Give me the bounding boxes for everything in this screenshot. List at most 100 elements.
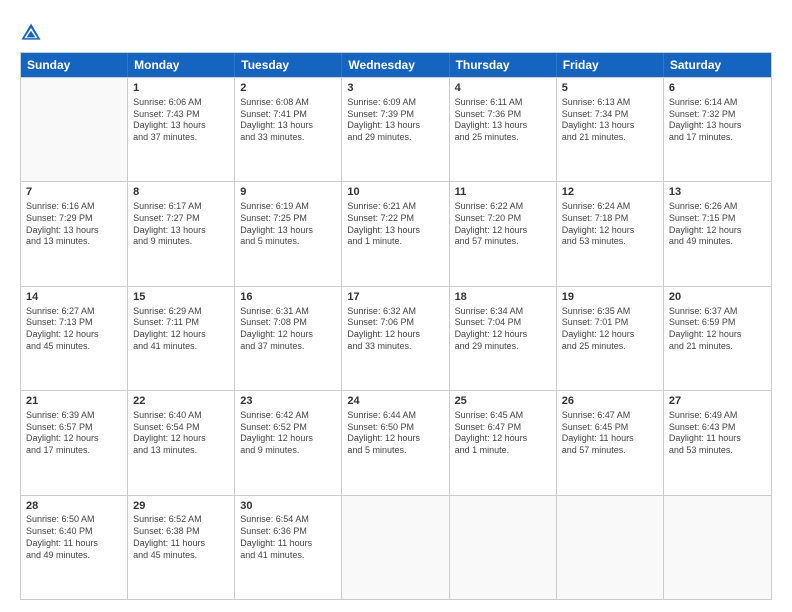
cell-text: Sunrise: 6:49 AM xyxy=(669,410,766,422)
calendar-cell: 7Sunrise: 6:16 AMSunset: 7:29 PMDaylight… xyxy=(21,182,128,285)
day-number: 17 xyxy=(347,290,443,305)
calendar-header-cell: Sunday xyxy=(21,53,128,77)
day-number: 3 xyxy=(347,81,443,96)
cell-text: Daylight: 11 hours xyxy=(26,538,122,550)
calendar-cell: 4Sunrise: 6:11 AMSunset: 7:36 PMDaylight… xyxy=(450,78,557,181)
day-number: 26 xyxy=(562,394,658,409)
cell-text: and 33 minutes. xyxy=(240,132,336,144)
cell-text: and 25 minutes. xyxy=(562,341,658,353)
day-number: 1 xyxy=(133,81,229,96)
day-number: 27 xyxy=(669,394,766,409)
cell-text: Sunrise: 6:09 AM xyxy=(347,97,443,109)
cell-text: Sunset: 7:27 PM xyxy=(133,213,229,225)
cell-text: Sunset: 6:40 PM xyxy=(26,526,122,538)
cell-text: Daylight: 12 hours xyxy=(240,433,336,445)
day-number: 22 xyxy=(133,394,229,409)
cell-text: and 49 minutes. xyxy=(26,550,122,562)
header xyxy=(20,18,772,44)
day-number: 16 xyxy=(240,290,336,305)
logo-icon xyxy=(20,22,42,44)
cell-text: and 57 minutes. xyxy=(562,445,658,457)
calendar-cell: 1Sunrise: 6:06 AMSunset: 7:43 PMDaylight… xyxy=(128,78,235,181)
cell-text: Sunrise: 6:27 AM xyxy=(26,306,122,318)
cell-text: Daylight: 11 hours xyxy=(133,538,229,550)
cell-text: Sunset: 7:20 PM xyxy=(455,213,551,225)
day-number: 8 xyxy=(133,185,229,200)
cell-text: and 21 minutes. xyxy=(562,132,658,144)
calendar-cell xyxy=(21,78,128,181)
cell-text: and 9 minutes. xyxy=(240,445,336,457)
cell-text: Sunset: 6:43 PM xyxy=(669,422,766,434)
day-number: 13 xyxy=(669,185,766,200)
calendar: SundayMondayTuesdayWednesdayThursdayFrid… xyxy=(20,52,772,600)
cell-text: Daylight: 12 hours xyxy=(133,329,229,341)
cell-text: and 13 minutes. xyxy=(133,445,229,457)
cell-text: Sunset: 6:57 PM xyxy=(26,422,122,434)
calendar-header-cell: Thursday xyxy=(450,53,557,77)
cell-text: Daylight: 12 hours xyxy=(347,433,443,445)
cell-text: and 53 minutes. xyxy=(562,236,658,248)
calendar-header-cell: Wednesday xyxy=(342,53,449,77)
day-number: 30 xyxy=(240,499,336,514)
logo xyxy=(20,22,46,44)
cell-text: and 21 minutes. xyxy=(669,341,766,353)
calendar-cell xyxy=(557,496,664,599)
cell-text: Sunrise: 6:26 AM xyxy=(669,201,766,213)
cell-text: and 33 minutes. xyxy=(347,341,443,353)
calendar-cell: 3Sunrise: 6:09 AMSunset: 7:39 PMDaylight… xyxy=(342,78,449,181)
calendar-cell: 13Sunrise: 6:26 AMSunset: 7:15 PMDayligh… xyxy=(664,182,771,285)
cell-text: and 5 minutes. xyxy=(240,236,336,248)
cell-text: Sunrise: 6:32 AM xyxy=(347,306,443,318)
day-number: 4 xyxy=(455,81,551,96)
cell-text: Sunrise: 6:52 AM xyxy=(133,514,229,526)
cell-text: Sunrise: 6:24 AM xyxy=(562,201,658,213)
calendar-cell: 23Sunrise: 6:42 AMSunset: 6:52 PMDayligh… xyxy=(235,391,342,494)
day-number: 21 xyxy=(26,394,122,409)
cell-text: Daylight: 12 hours xyxy=(669,329,766,341)
calendar-cell: 11Sunrise: 6:22 AMSunset: 7:20 PMDayligh… xyxy=(450,182,557,285)
cell-text: Sunrise: 6:29 AM xyxy=(133,306,229,318)
day-number: 29 xyxy=(133,499,229,514)
calendar-cell: 24Sunrise: 6:44 AMSunset: 6:50 PMDayligh… xyxy=(342,391,449,494)
cell-text: and 5 minutes. xyxy=(347,445,443,457)
cell-text: Sunset: 7:22 PM xyxy=(347,213,443,225)
cell-text: Sunset: 7:41 PM xyxy=(240,109,336,121)
calendar-cell: 19Sunrise: 6:35 AMSunset: 7:01 PMDayligh… xyxy=(557,287,664,390)
day-number: 18 xyxy=(455,290,551,305)
day-number: 10 xyxy=(347,185,443,200)
calendar-header-row: SundayMondayTuesdayWednesdayThursdayFrid… xyxy=(21,53,771,77)
cell-text: Sunset: 7:04 PM xyxy=(455,317,551,329)
cell-text: Sunrise: 6:11 AM xyxy=(455,97,551,109)
calendar-cell: 12Sunrise: 6:24 AMSunset: 7:18 PMDayligh… xyxy=(557,182,664,285)
cell-text: and 13 minutes. xyxy=(26,236,122,248)
calendar-cell: 9Sunrise: 6:19 AMSunset: 7:25 PMDaylight… xyxy=(235,182,342,285)
calendar-cell: 25Sunrise: 6:45 AMSunset: 6:47 PMDayligh… xyxy=(450,391,557,494)
cell-text: Sunrise: 6:44 AM xyxy=(347,410,443,422)
cell-text: Sunset: 7:11 PM xyxy=(133,317,229,329)
cell-text: Sunset: 7:34 PM xyxy=(562,109,658,121)
day-number: 11 xyxy=(455,185,551,200)
cell-text: Sunrise: 6:40 AM xyxy=(133,410,229,422)
cell-text: Sunset: 6:52 PM xyxy=(240,422,336,434)
calendar-header-cell: Saturday xyxy=(664,53,771,77)
day-number: 23 xyxy=(240,394,336,409)
calendar-cell: 28Sunrise: 6:50 AMSunset: 6:40 PMDayligh… xyxy=(21,496,128,599)
cell-text: Sunrise: 6:34 AM xyxy=(455,306,551,318)
cell-text: Daylight: 13 hours xyxy=(455,120,551,132)
calendar-body: 1Sunrise: 6:06 AMSunset: 7:43 PMDaylight… xyxy=(21,77,771,599)
cell-text: Daylight: 11 hours xyxy=(240,538,336,550)
cell-text: Sunset: 7:01 PM xyxy=(562,317,658,329)
cell-text: and 17 minutes. xyxy=(26,445,122,457)
cell-text: Daylight: 12 hours xyxy=(347,329,443,341)
calendar-cell xyxy=(664,496,771,599)
cell-text: Sunrise: 6:17 AM xyxy=(133,201,229,213)
cell-text: and 41 minutes. xyxy=(133,341,229,353)
cell-text: Daylight: 12 hours xyxy=(562,329,658,341)
day-number: 24 xyxy=(347,394,443,409)
day-number: 25 xyxy=(455,394,551,409)
day-number: 15 xyxy=(133,290,229,305)
day-number: 14 xyxy=(26,290,122,305)
calendar-cell: 29Sunrise: 6:52 AMSunset: 6:38 PMDayligh… xyxy=(128,496,235,599)
calendar-header-cell: Monday xyxy=(128,53,235,77)
cell-text: and 1 minute. xyxy=(455,445,551,457)
